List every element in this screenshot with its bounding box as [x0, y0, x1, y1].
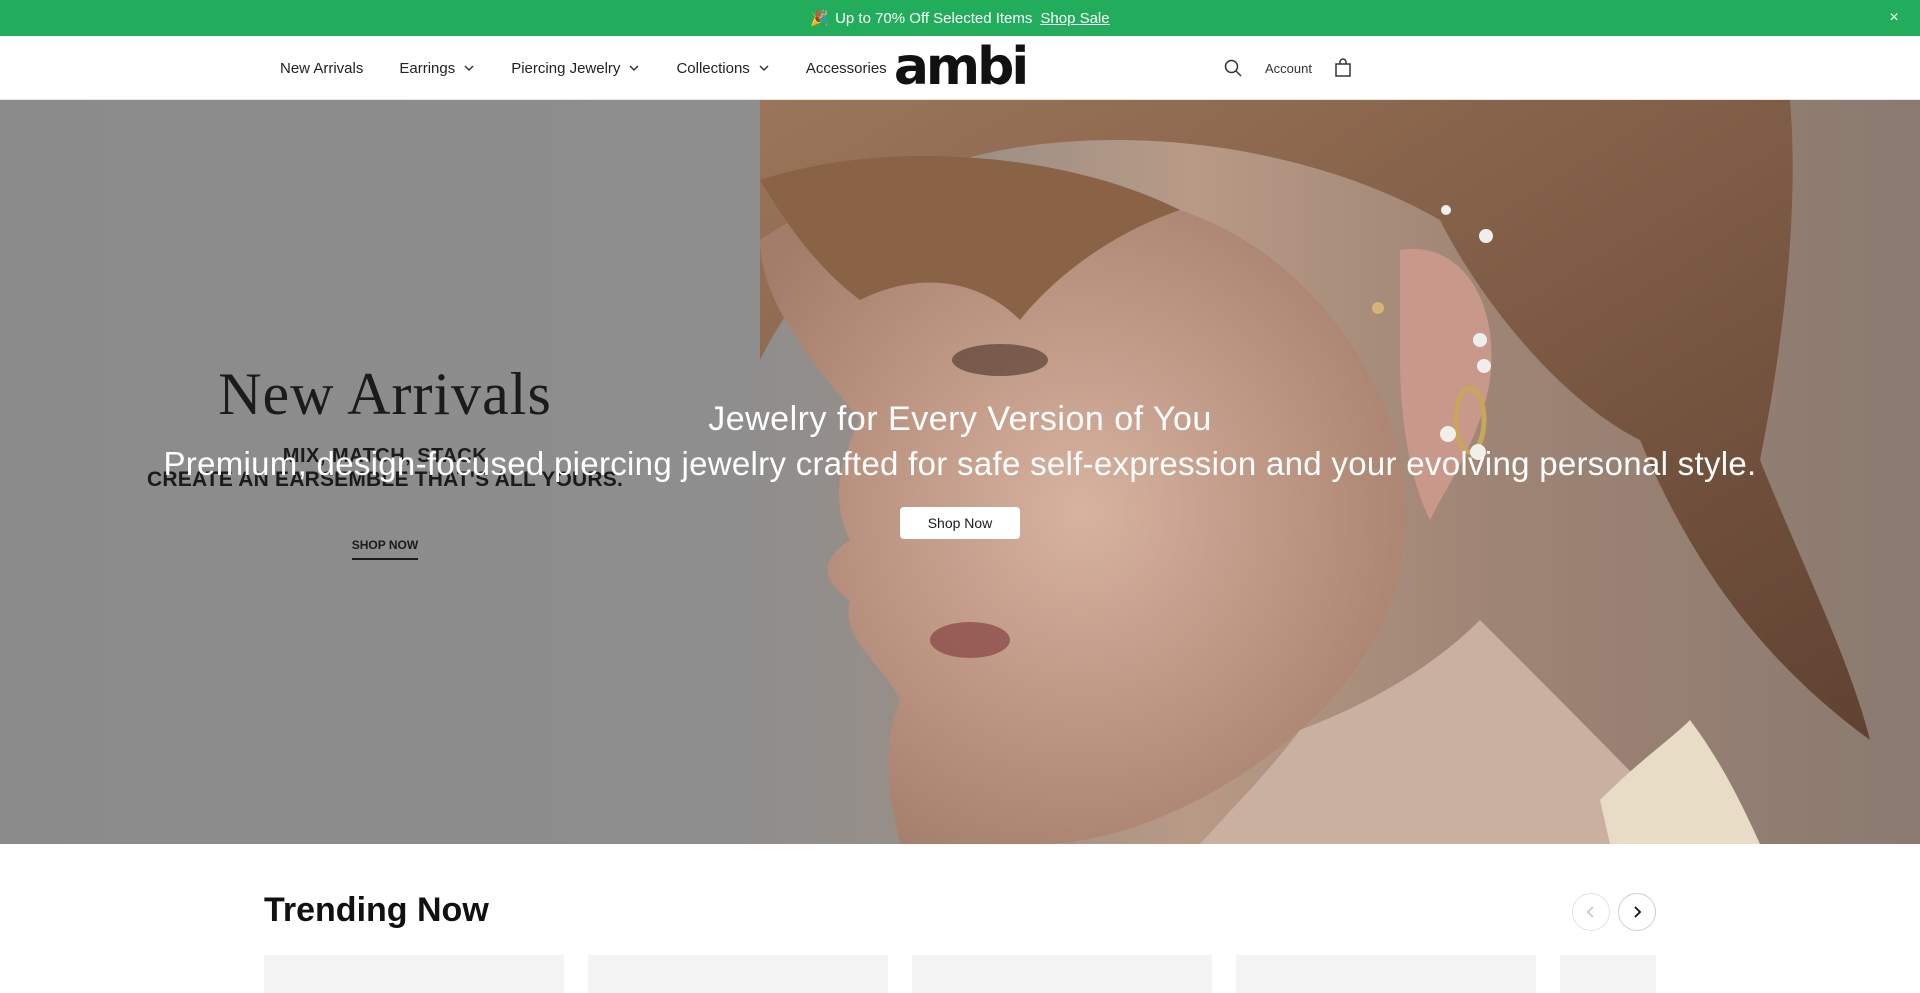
chevron-left-icon — [1586, 906, 1594, 918]
product-card[interactable] — [588, 955, 888, 993]
header-actions: Account — [1223, 36, 1352, 100]
account-link[interactable]: Account — [1265, 61, 1312, 76]
shop-now-button[interactable]: Shop Now — [900, 507, 1020, 539]
nav-item-accessories[interactable]: Accessories — [806, 60, 887, 77]
main-nav: New Arrivals Earrings Piercing Jewelry C… — [280, 36, 923, 100]
chevron-down-icon — [759, 65, 769, 72]
hero-title: Jewelry for Every Version of You — [708, 400, 1212, 438]
nav-item-earrings[interactable]: Earrings — [399, 60, 475, 77]
search-icon[interactable] — [1223, 58, 1243, 78]
product-card[interactable] — [912, 955, 1212, 993]
ambi-logo-icon: ambi — [895, 42, 1025, 94]
chevron-right-icon — [1634, 906, 1642, 918]
nav-item-label: New Arrivals — [280, 59, 364, 77]
product-card[interactable] — [1560, 955, 1656, 993]
brand-logo[interactable]: ambi — [895, 42, 1025, 94]
chevron-down-icon — [464, 65, 474, 72]
hero-subtitle: Premium, design-focused piercing jewelry… — [163, 445, 1757, 482]
nav-item-piercing-jewelry[interactable]: Piercing Jewelry — [511, 60, 640, 77]
site-header: New Arrivals Earrings Piercing Jewelry C… — [0, 36, 1920, 100]
hero-center-block: Jewelry for Every Version of You Premium… — [0, 400, 1920, 539]
nav-item-collections[interactable]: Collections — [676, 60, 769, 77]
chevron-down-icon — [629, 65, 639, 72]
shop-sale-link[interactable]: Shop Sale — [1040, 10, 1109, 27]
nav-item-label: Collections — [676, 59, 750, 77]
product-card[interactable] — [1236, 955, 1536, 993]
shop-now-link[interactable]: SHOP NOW — [351, 538, 419, 560]
announcement-text: Up to 70% Off Selected Items — [835, 9, 1033, 27]
svg-text:ambi: ambi — [895, 42, 1025, 94]
nav-item-label: Accessories — [805, 59, 887, 77]
close-icon[interactable]: × — [1884, 8, 1904, 28]
nav-item-new-arrivals[interactable]: New Arrivals — [280, 60, 363, 77]
carousel-next-button[interactable] — [1618, 893, 1656, 931]
hero-banner: New Arrivals MIX, MATCH, STACK CREATE AN… — [0, 100, 1920, 844]
announcement-bar: 🎉 Up to 70% Off Selected Items Shop Sale… — [0, 0, 1920, 36]
shopping-bag-icon[interactable] — [1334, 58, 1352, 78]
nav-item-label: Earrings — [399, 59, 456, 77]
carousel-prev-button[interactable] — [1572, 893, 1610, 931]
party-icon: 🎉 — [810, 10, 830, 27]
product-card[interactable] — [264, 955, 564, 993]
nav-item-label: Piercing Jewelry — [511, 59, 621, 77]
trending-title: Trending Now — [264, 891, 489, 929]
